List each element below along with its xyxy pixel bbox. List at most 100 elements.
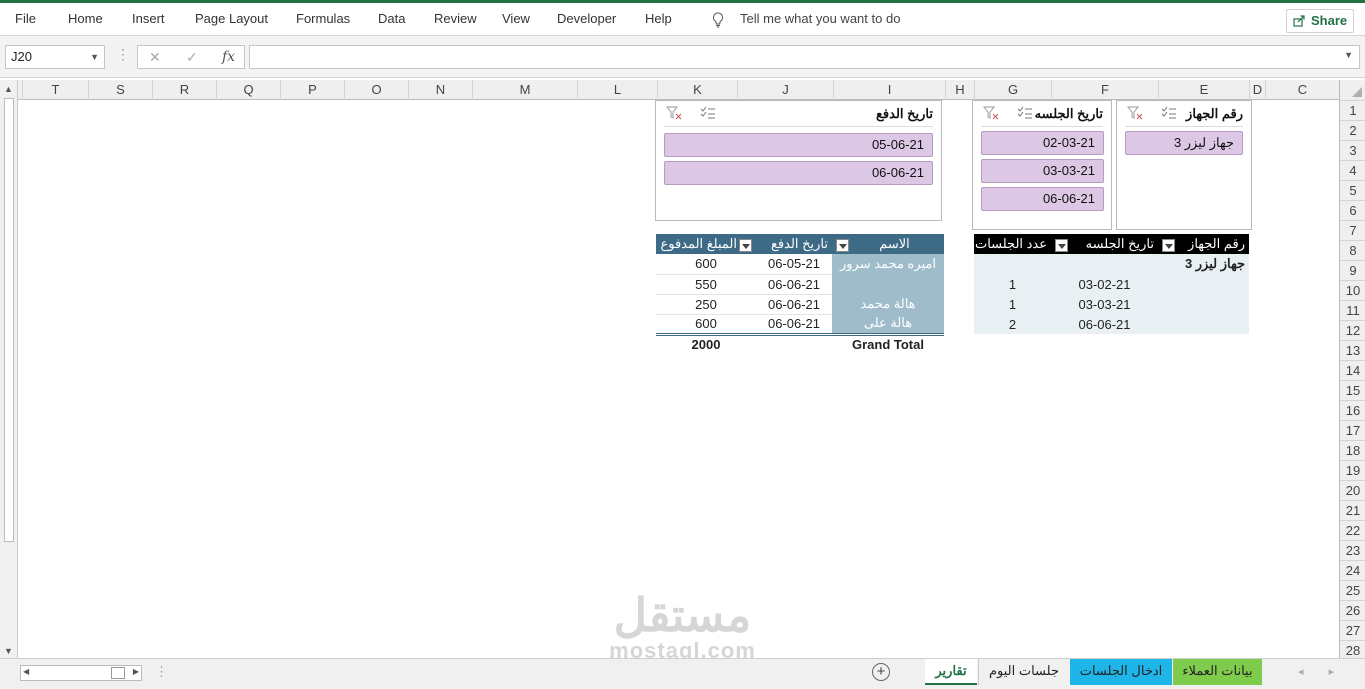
row-header[interactable]: 8: [1340, 240, 1365, 260]
scroll-thumb[interactable]: [111, 667, 125, 679]
col-header-f[interactable]: F: [1051, 80, 1158, 100]
select-all-corner[interactable]: [1339, 80, 1365, 100]
scroll-down-icon[interactable]: ▼: [4, 646, 13, 656]
row-header[interactable]: 13: [1340, 340, 1365, 360]
multi-select-icon[interactable]: [1017, 106, 1033, 120]
slicer-item[interactable]: 05-06-21: [664, 133, 933, 157]
row-header[interactable]: 7: [1340, 220, 1365, 240]
row-header[interactable]: 9: [1340, 260, 1365, 280]
multi-select-icon[interactable]: [700, 106, 716, 120]
table-row[interactable]: 600 06-06-21 هالة على: [656, 314, 944, 336]
chevron-down-icon[interactable]: ▼: [90, 46, 99, 68]
col-header-n[interactable]: N: [408, 80, 472, 100]
vertical-scrollbar[interactable]: ▲ ▼: [0, 80, 18, 658]
formula-input[interactable]: ▼: [249, 45, 1360, 69]
clear-filter-icon[interactable]: [982, 106, 999, 120]
row-header[interactable]: 2: [1340, 120, 1365, 140]
row-header[interactable]: 24: [1340, 560, 1365, 580]
col-header-e[interactable]: E: [1158, 80, 1249, 100]
row-header[interactable]: 26: [1340, 600, 1365, 620]
tab-formulas[interactable]: Formulas: [296, 11, 350, 26]
row-header[interactable]: 28: [1340, 640, 1365, 658]
tab-help[interactable]: Help: [645, 11, 672, 26]
slicer-item[interactable]: 06-06-21: [664, 161, 933, 185]
row-header[interactable]: 23: [1340, 540, 1365, 560]
col-header-p[interactable]: P: [280, 80, 344, 100]
sheet-tab-enter-sessions[interactable]: ادخال الجلسات: [1070, 659, 1172, 685]
row-header[interactable]: 12: [1340, 320, 1365, 340]
enter-icon[interactable]: ✓: [186, 49, 198, 66]
row-header[interactable]: 25: [1340, 580, 1365, 600]
row-header[interactable]: 18: [1340, 440, 1365, 460]
col-header-j[interactable]: J: [737, 80, 833, 100]
row-header[interactable]: 19: [1340, 460, 1365, 480]
multi-select-icon[interactable]: [1161, 106, 1177, 120]
tab-page-layout[interactable]: Page Layout: [195, 11, 268, 26]
row-header[interactable]: 3: [1340, 140, 1365, 160]
tab-review[interactable]: Review: [434, 11, 477, 26]
col-header-g[interactable]: G: [974, 80, 1051, 100]
row-header[interactable]: 5: [1340, 180, 1365, 200]
table-row[interactable]: 600 06-05-21 اميره محمد سرور: [656, 254, 944, 275]
horizontal-scrollbar[interactable]: ◀ ▶: [20, 665, 142, 681]
col-header-c[interactable]: C: [1265, 80, 1339, 100]
table-row[interactable]: 1 03-02-21: [974, 274, 1249, 294]
row-header[interactable]: 11: [1340, 300, 1365, 320]
scroll-right-icon[interactable]: ▶: [133, 667, 139, 676]
row-header[interactable]: 27: [1340, 620, 1365, 640]
clear-filter-icon[interactable]: [1126, 106, 1143, 120]
table-row[interactable]: 250 06-06-21 هالة محمد: [656, 294, 944, 315]
scroll-up-icon[interactable]: ▲: [4, 84, 13, 94]
expand-formula-icon[interactable]: ▼: [1344, 50, 1353, 60]
col-header-t[interactable]: T: [22, 80, 88, 100]
filter-dropdown-button[interactable]: [739, 239, 752, 252]
col-header-q[interactable]: Q: [216, 80, 280, 100]
slicer-item[interactable]: 06-06-21: [981, 187, 1104, 211]
sheet-tab-reports[interactable]: تقارير: [925, 659, 977, 685]
share-button[interactable]: Share: [1286, 9, 1354, 33]
row-header[interactable]: 10: [1340, 280, 1365, 300]
col-header-k[interactable]: K: [657, 80, 737, 100]
tab-developer[interactable]: Developer: [557, 11, 616, 26]
row-header[interactable]: 14: [1340, 360, 1365, 380]
sheet-nav-prev-icon[interactable]: ◂: [1298, 666, 1304, 678]
tab-view[interactable]: View: [502, 11, 530, 26]
add-sheet-icon[interactable]: +: [872, 663, 890, 681]
sheet-nav-next-icon[interactable]: ▸: [1329, 666, 1335, 678]
row-header[interactable]: 22: [1340, 520, 1365, 540]
table-row[interactable]: 1 03-03-21: [974, 294, 1249, 314]
row-header[interactable]: 4: [1340, 160, 1365, 180]
filter-dropdown-button[interactable]: [1162, 239, 1175, 252]
slicer-item[interactable]: 03-03-21: [981, 159, 1104, 183]
cancel-icon[interactable]: ✕: [149, 49, 161, 66]
scroll-left-icon[interactable]: ◀: [23, 667, 29, 676]
grip-icon[interactable]: ⋮: [116, 46, 130, 63]
split-grip-icon[interactable]: ⋮: [155, 664, 168, 680]
worksheet-grid[interactable]: T S R Q P O N M L K J I H G F E D C 1 2 …: [0, 78, 1365, 658]
row-header[interactable]: 17: [1340, 420, 1365, 440]
col-header-s[interactable]: S: [88, 80, 152, 100]
slicer-item[interactable]: جهاز ليزر 3: [1125, 131, 1243, 155]
tab-insert[interactable]: Insert: [132, 11, 165, 26]
col-header-l[interactable]: L: [577, 80, 657, 100]
clear-filter-icon[interactable]: [665, 106, 682, 120]
row-header[interactable]: 16: [1340, 400, 1365, 420]
col-header-r[interactable]: R: [152, 80, 216, 100]
col-header-i[interactable]: I: [833, 80, 945, 100]
tab-data[interactable]: Data: [378, 11, 405, 26]
row-header[interactable]: 6: [1340, 200, 1365, 220]
table-row[interactable]: جهاز ليزر 3: [974, 254, 1249, 274]
filter-dropdown-button[interactable]: [1055, 239, 1068, 252]
table-row[interactable]: 2 06-06-21: [974, 314, 1249, 334]
scroll-thumb[interactable]: [4, 98, 14, 542]
row-header[interactable]: 21: [1340, 500, 1365, 520]
grand-total-row[interactable]: 2000 Grand Total: [656, 334, 944, 354]
row-header[interactable]: 20: [1340, 480, 1365, 500]
tab-file[interactable]: File: [15, 11, 36, 26]
filter-dropdown-button[interactable]: [836, 239, 849, 252]
col-header-o[interactable]: O: [344, 80, 408, 100]
insert-function-icon[interactable]: fx: [222, 49, 235, 65]
row-header[interactable]: 15: [1340, 380, 1365, 400]
col-header-m[interactable]: M: [472, 80, 577, 100]
col-header-h[interactable]: H: [945, 80, 974, 100]
